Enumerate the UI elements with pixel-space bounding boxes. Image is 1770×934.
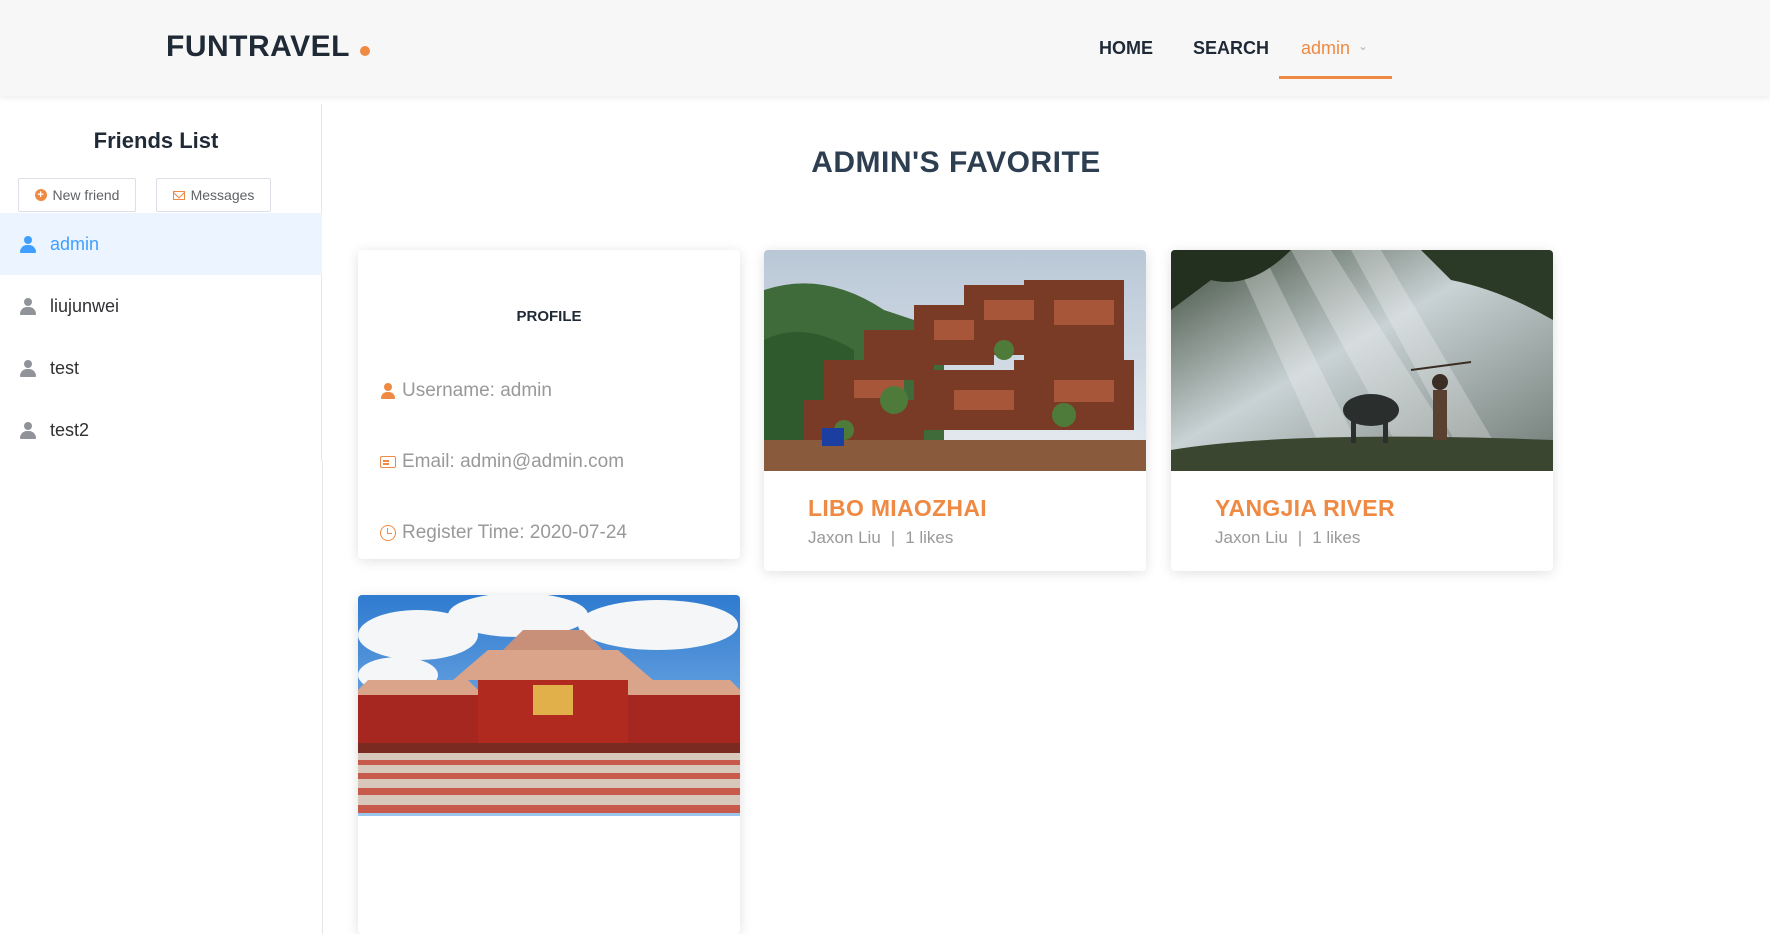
friend-item-liujunwei[interactable]: liujunwei bbox=[0, 275, 322, 337]
meta-separator: | bbox=[890, 528, 896, 547]
id-card-icon bbox=[380, 456, 396, 468]
profile-register-row: Register Time: 2020-07-24 bbox=[380, 522, 627, 544]
user-icon bbox=[20, 359, 36, 377]
place-photo[interactable] bbox=[358, 595, 740, 816]
place-card-yangjia-river[interactable]: YANGJIA RIVER Jaxon Liu | 1 likes bbox=[1171, 250, 1553, 571]
friend-item-test[interactable]: test bbox=[0, 337, 322, 399]
user-icon bbox=[380, 383, 396, 399]
friend-item-admin[interactable]: admin bbox=[0, 213, 322, 275]
place-photo[interactable] bbox=[1171, 250, 1553, 471]
page-title: ADMIN'S FAVORITE bbox=[811, 146, 1101, 179]
profile-email-row: Email: admin@admin.com bbox=[380, 451, 624, 473]
place-name[interactable]: LIBO MIAOZHAI bbox=[808, 495, 987, 522]
place-author: Jaxon Liu bbox=[1215, 528, 1288, 547]
sidebar-divider bbox=[322, 461, 323, 934]
logo-text: FUNTRAVEL bbox=[166, 30, 350, 63]
place-photo[interactable] bbox=[764, 250, 1146, 471]
friend-name: test bbox=[50, 357, 80, 378]
plus-circle-icon: + bbox=[34, 189, 47, 201]
friend-item-test2[interactable]: test2 bbox=[0, 399, 322, 461]
user-icon bbox=[20, 297, 36, 315]
clock-icon bbox=[380, 525, 396, 541]
nav-search-link[interactable]: SEARCH bbox=[1193, 38, 1269, 59]
place-likes: 1 likes bbox=[905, 528, 954, 547]
profile-card: PROFILE Username: admin Email: admin@adm… bbox=[358, 250, 740, 559]
top-navbar: FUNTRAVEL HOME SEARCH admin ⌄ bbox=[0, 0, 1770, 96]
friend-name: test2 bbox=[50, 419, 90, 440]
chevron-down-icon: ⌄ bbox=[1358, 39, 1369, 53]
profile-username: Username: admin bbox=[402, 380, 552, 401]
logo-dot-icon bbox=[359, 46, 370, 56]
place-author: Jaxon Liu bbox=[808, 528, 881, 547]
friends-list-title: Friends List bbox=[93, 128, 219, 153]
site-logo[interactable]: FUNTRAVEL bbox=[166, 30, 370, 64]
place-card-palace[interactable] bbox=[358, 595, 740, 934]
place-likes: 1 likes bbox=[1312, 528, 1361, 547]
profile-email: Email: admin@admin.com bbox=[402, 451, 625, 472]
meta-separator: | bbox=[1297, 528, 1303, 547]
forest-photo bbox=[1171, 250, 1553, 471]
new-friend-button[interactable]: + New friend bbox=[18, 178, 136, 212]
place-name[interactable]: YANGJIA RIVER bbox=[1215, 495, 1395, 522]
friend-name: admin bbox=[50, 233, 100, 254]
new-friend-label: New friend bbox=[52, 187, 120, 203]
messages-label: Messages bbox=[190, 187, 255, 203]
place-meta: Jaxon Liu | 1 likes bbox=[1215, 528, 1360, 548]
mail-icon bbox=[172, 190, 185, 200]
messages-button[interactable]: Messages bbox=[156, 178, 271, 212]
profile-title: PROFILE bbox=[516, 308, 582, 325]
profile-username-row: Username: admin bbox=[380, 380, 552, 402]
user-menu-label: admin bbox=[1301, 38, 1351, 58]
user-icon bbox=[20, 421, 36, 439]
user-icon bbox=[20, 235, 36, 253]
user-menu-dropdown[interactable]: admin ⌄ bbox=[1279, 18, 1392, 79]
nav-home-link[interactable]: HOME bbox=[1099, 38, 1153, 59]
palace-photo bbox=[358, 595, 740, 816]
place-meta: Jaxon Liu | 1 likes bbox=[808, 528, 953, 548]
friends-sidebar: Friends List + New friend Messages admin… bbox=[0, 104, 322, 461]
profile-register-time: Register Time: 2020-07-24 bbox=[402, 522, 627, 543]
place-card-libo-miaozhai[interactable]: LIBO MIAOZHAI Jaxon Liu | 1 likes bbox=[764, 250, 1146, 571]
friend-name: liujunwei bbox=[50, 295, 120, 316]
village-photo bbox=[764, 250, 1146, 471]
